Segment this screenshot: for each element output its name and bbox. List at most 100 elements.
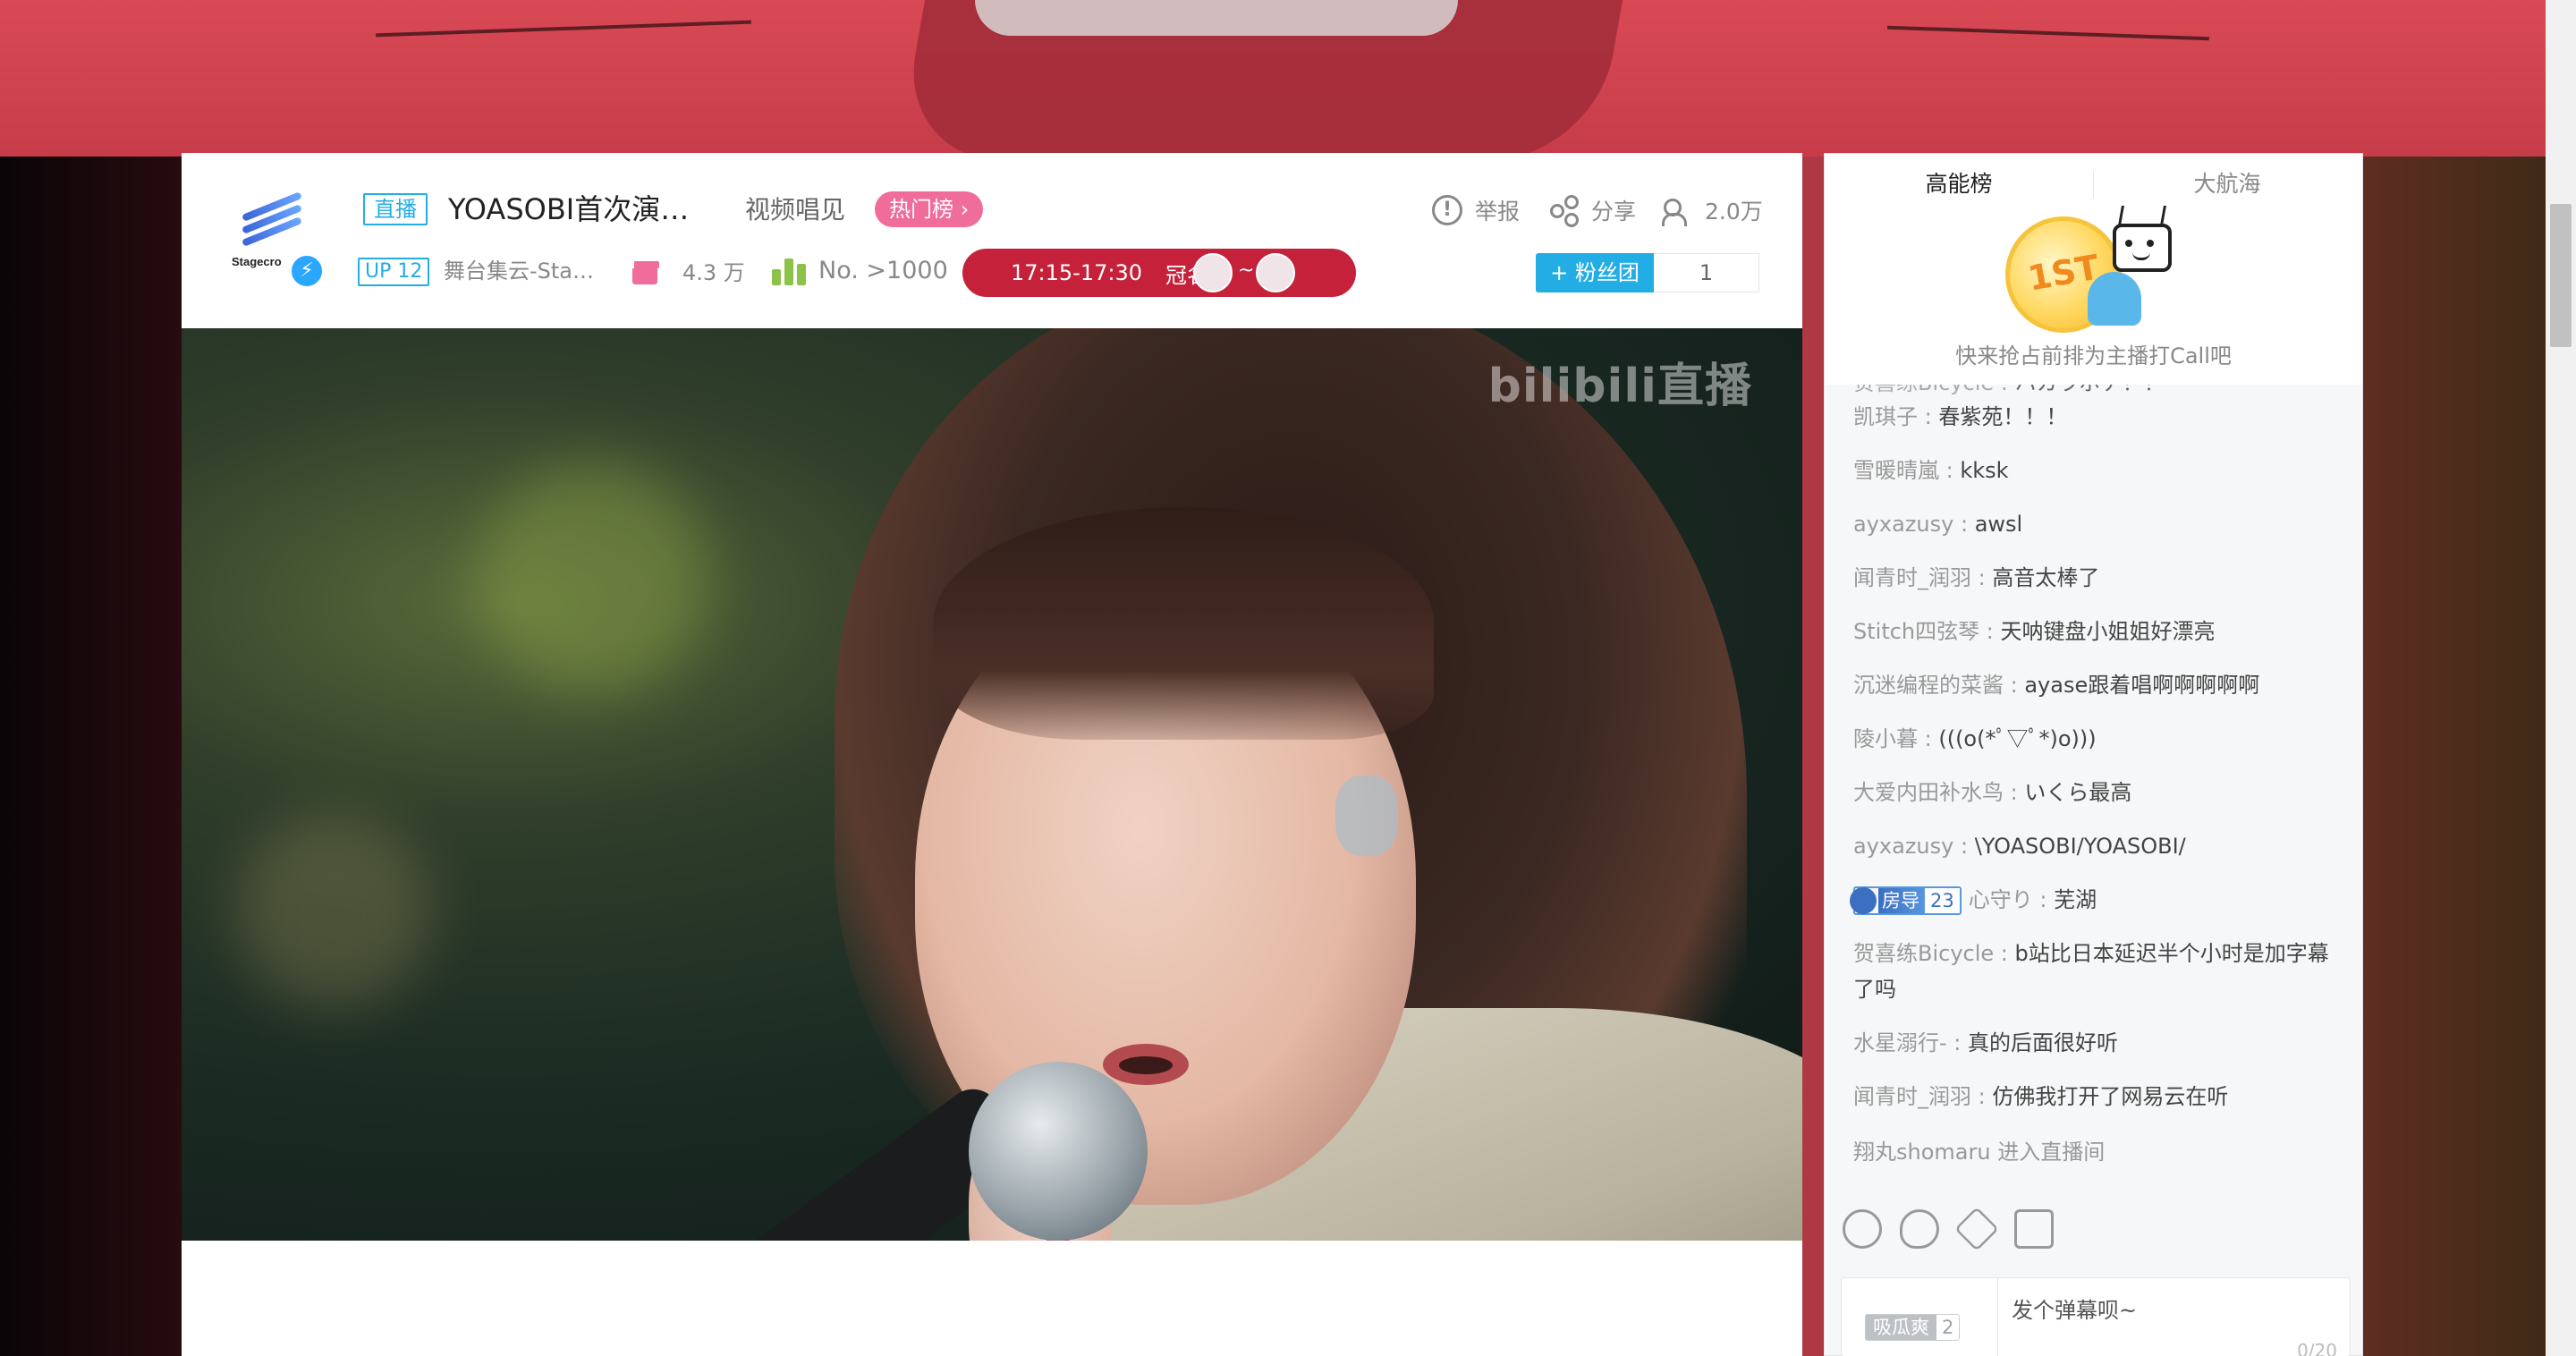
medal-name: 房导 — [1878, 888, 1925, 913]
chat-user[interactable]: 贺喜练Bicycle : — [1853, 941, 2015, 966]
timeslot-time: 17:15-17:30 — [1011, 260, 1142, 285]
chat-user[interactable]: 凯琪子 : — [1853, 404, 1938, 429]
gift-icon — [631, 258, 659, 286]
background-cloth — [975, 0, 1458, 36]
player-panel: Stagecro ⚡ 直播 YOASOBI首次演… 视频唱见 热门榜 › 举报 … — [182, 153, 1802, 1356]
system-message: 翔丸shomaru 进入直播间 — [1853, 1134, 2336, 1170]
tab-captains[interactable]: 大航海 — [2093, 166, 2361, 202]
video-earpiece — [1335, 775, 1398, 856]
chat-user[interactable]: ayxazusy : — [1853, 834, 1975, 859]
sponsor-avatar[interactable] — [1256, 253, 1295, 292]
fan-club-button[interactable]: + 粉丝团 — [1536, 253, 1654, 292]
avatar-logo-text: Stagecro — [232, 255, 282, 268]
chat-user[interactable]: 陵小暮 : — [1853, 726, 1938, 751]
emoji-icon[interactable] — [1843, 1209, 1882, 1249]
fan-club-count: 1 — [1654, 253, 1759, 292]
chat-text: (((o(*ﾟ▽ﾟ*)o))) — [1938, 726, 2097, 751]
chat-user[interactable]: Stitch四弦琴 : — [1853, 619, 2000, 644]
logo-mark — [241, 191, 303, 253]
up-level-badge: UP 12 — [358, 258, 430, 286]
chat-message: 闻青时_润羽 : 高音太棒了 — [1853, 560, 2336, 596]
warning-icon — [1432, 195, 1462, 225]
palette-icon[interactable] — [1900, 1209, 1939, 1249]
video-player[interactable]: bilibili直播 — [182, 328, 1802, 1241]
chat-message: 贺喜练Bicycle : b站比日本延迟半个小时是加字幕了吗 — [1853, 936, 2336, 1007]
chat-message: 闻青时_润羽 : 仿佛我打开了网易云在听 — [1853, 1079, 2336, 1114]
chat-message: Stitch四弦琴 : 天呐键盘小姐姐好漂亮 — [1853, 614, 2336, 649]
wearing-medal-name: 吸瓜爽 — [1866, 1315, 1936, 1340]
chat-message: 雪暖晴嵐 : kksk — [1853, 453, 2336, 488]
rank-number[interactable]: No. >1000 — [818, 253, 948, 289]
share-icon — [1548, 195, 1579, 225]
wearing-medal-level: 2 — [1942, 1317, 1954, 1338]
share-button[interactable]: 分享 — [1548, 192, 1636, 228]
side-panel: 高能榜 大航海 1ST 快来抢占前排为主播打Call吧 贺喜练Bicycle :… — [1824, 153, 2363, 1356]
chat-user[interactable]: 心守り : — [1969, 887, 2054, 912]
chat-text: 春紫苑！！！ — [1938, 404, 2068, 429]
chat-message: 沉迷编程的菜酱 : ayase跟着唱啊啊啊啊啊 — [1853, 667, 2336, 703]
uploader-name[interactable]: 舞台集云-Sta… — [444, 255, 594, 287]
chat-message: 房导 23 心守り : 芜湖 — [1850, 882, 2336, 918]
lightning-icon: ⚡ — [289, 253, 325, 289]
gift-count: 4.3 万 — [682, 260, 745, 285]
chat-text: \YOASOBI/YOASOBI/ — [1974, 834, 2186, 859]
chat-user[interactable]: 水星溺行- : — [1853, 1030, 1968, 1055]
scrollbar-thumb[interactable] — [2550, 204, 2572, 347]
chat-user[interactable]: 闻青时_润羽 : — [1853, 565, 1992, 590]
chat-message: 陵小暮 : (((o(*ﾟ▽ﾟ*)o))) — [1853, 721, 2336, 757]
chat-user[interactable]: 沉迷编程的菜酱 : — [1853, 673, 2024, 698]
mascot-body — [2088, 272, 2141, 326]
viewer-count: 2.0万 — [1662, 192, 1763, 228]
fan-medal[interactable]: 房导 23 — [1850, 886, 1962, 915]
medal-level: 23 — [1925, 888, 1960, 913]
bilibili-live-watermark: bilibili直播 — [1487, 360, 1752, 413]
effects-icon[interactable] — [1954, 1207, 1999, 1251]
sponsor-timeslot[interactable]: 17:15-17:30 冠名 ~ — [962, 249, 1356, 297]
chat-message: 大爱内田补水鸟 : いくら最高 — [1853, 775, 2336, 810]
rank-bars-icon — [772, 255, 808, 285]
video-bokeh — [235, 811, 432, 1008]
block-settings-icon[interactable] — [2014, 1209, 2054, 1249]
bilibili-tv-mascot-icon — [2113, 224, 2172, 272]
anchor-icon — [1850, 887, 1877, 914]
chat-text: 真的后面很好听 — [1968, 1030, 2119, 1055]
chat-user[interactable]: 雪暖晴嵐 : — [1853, 458, 1960, 483]
streamer-avatar[interactable]: Stagecro ⚡ — [225, 191, 325, 289]
chat-text: 进入直播间 — [1997, 1140, 2106, 1165]
chat-text: 仿佛我打开了网易云在听 — [1992, 1084, 2229, 1109]
chat-text: ayase跟着唱啊啊啊啊啊 — [2024, 673, 2260, 698]
chat-text: いくら最高 — [2024, 780, 2132, 805]
share-label: 分享 — [1591, 199, 1637, 225]
chat-user[interactable]: 闻青时_润羽 : — [1853, 1084, 1992, 1109]
live-tag: 直播 — [363, 193, 428, 225]
people-icon — [1662, 195, 1692, 226]
chat-user[interactable]: ayxazusy : — [1853, 512, 1975, 537]
wearing-medal[interactable]: 吸瓜爽 2 — [1865, 1314, 1961, 1341]
danmaku-list[interactable]: 贺喜练Bicycle : ハカラボチ！！ 凯琪子 : 春紫苑！！！ 雪暖晴嵐 :… — [1825, 385, 2362, 1190]
chat-text: kksk — [1960, 458, 2009, 483]
chat-message: 凯琪子 : 春紫苑！！！ — [1853, 399, 2336, 435]
tab-high-energy[interactable]: 高能榜 — [1825, 166, 2093, 202]
chat-text: awsl — [1974, 512, 2023, 537]
report-button[interactable]: 举报 — [1432, 192, 1520, 228]
chat-user[interactable]: 大爱内田补水鸟 : — [1853, 780, 2024, 805]
sponsor-separator: ~ — [1238, 259, 1255, 282]
room-header: Stagecro ⚡ 直播 YOASOBI首次演… 视频唱见 热门榜 › 举报 … — [182, 153, 1802, 328]
area-link[interactable]: 视频唱见 — [745, 192, 845, 228]
chat-text: 芜湖 — [2054, 887, 2097, 912]
chat-user[interactable]: 翔丸shomaru — [1853, 1140, 1997, 1165]
hot-rank-button[interactable]: 热门榜 › — [875, 191, 984, 227]
chat-message: 水星溺行- : 真的后面很好听 — [1853, 1025, 2336, 1061]
sponsor-avatar[interactable] — [1193, 253, 1233, 292]
chat-user[interactable]: 贺喜练Bicycle : — [1853, 385, 2015, 395]
chat-text: 高音太棒了 — [1992, 565, 2100, 590]
report-label: 举报 — [1475, 199, 1521, 225]
viewer-count-label: 2.0万 — [1705, 199, 1763, 225]
video-bokeh — [477, 462, 709, 695]
danmaku-input[interactable]: 发个弹幕呗~ — [2012, 1294, 2137, 1326]
rank-empty-hint: 快来抢占前排为主播打Call吧 — [1955, 343, 2232, 369]
video-singer-bangs — [933, 507, 1434, 740]
input-char-count: 0/20 — [2297, 1340, 2337, 1356]
danmaku-input-box[interactable]: 吸瓜爽 2 发个弹幕呗~ 0/20 — [1841, 1277, 2351, 1356]
chat-text: ハカラボチ！！ — [2015, 385, 2165, 395]
